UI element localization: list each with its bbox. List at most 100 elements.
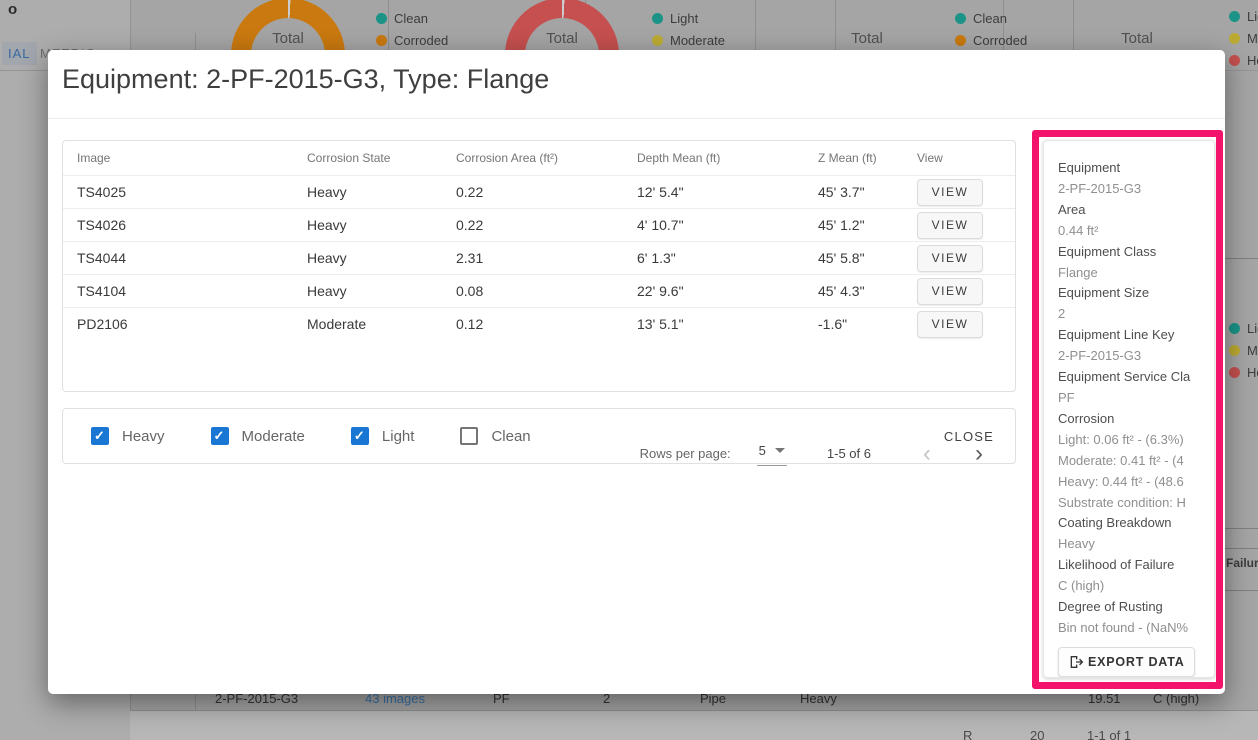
- donut-total-label: Total: [258, 30, 318, 47]
- cell-image: TS4044: [77, 250, 307, 266]
- filter-moderate[interactable]: Moderate: [211, 427, 305, 445]
- detail-value: Heavy: [1058, 534, 1208, 555]
- legend-severity: Light Moderate: [652, 12, 725, 47]
- cell-image: PD2106: [77, 316, 307, 332]
- legend-item: Moderate: [1229, 344, 1258, 357]
- table-row: TS4044 Heavy 2.31 6' 1.3" 45' 5.8" VIEW: [63, 241, 1015, 274]
- checkbox-checked-icon[interactable]: [211, 427, 229, 445]
- detail-value: Substrate condition: H: [1058, 493, 1208, 514]
- view-button[interactable]: VIEW: [917, 311, 983, 338]
- detail-value: Heavy: 0.44 ft² - (48.6: [1058, 472, 1208, 493]
- legend-item: Corroded: [955, 34, 1027, 47]
- donut-total-label: Total: [1107, 30, 1167, 47]
- severity-filter-bar: Heavy Moderate Light Clean CLOSE: [62, 408, 1016, 464]
- detail-label: Equipment Class: [1058, 242, 1208, 263]
- table-row: PD2106 Moderate 0.12 13' 5.1" -1.6" VIEW: [63, 307, 1015, 340]
- cell-depth: 22' 9.6": [637, 283, 818, 299]
- legend-item: Moderate: [1229, 32, 1258, 45]
- checkbox-unchecked-icon[interactable]: [460, 427, 478, 445]
- detail-value: Light: 0.06 ft² - (6.3%): [1058, 430, 1208, 451]
- cell-z: 45' 3.7": [818, 184, 917, 200]
- bg-row-line: [1225, 548, 1258, 549]
- col-image: Image: [77, 151, 307, 165]
- cell-depth: 12' 5.4": [637, 184, 818, 200]
- view-button[interactable]: VIEW: [917, 245, 983, 272]
- detail-label: Equipment Service Cla: [1058, 367, 1208, 388]
- bg-row-line: [1225, 258, 1258, 259]
- cell-z: 45' 4.3": [818, 283, 917, 299]
- view-button[interactable]: VIEW: [917, 212, 983, 239]
- view-button[interactable]: VIEW: [917, 278, 983, 305]
- cell-state: Moderate: [307, 316, 456, 332]
- bg-row-line: [1225, 528, 1258, 529]
- cell-area: 2.31: [456, 250, 637, 266]
- export-data-button[interactable]: EXPORT DATA: [1058, 647, 1195, 677]
- legend-item: Light: [1229, 322, 1258, 335]
- clean-dot-icon: [376, 13, 387, 24]
- legend-item: Light: [1229, 10, 1258, 23]
- detail-label: Equipment: [1058, 158, 1208, 179]
- moderate-dot-icon: [1229, 33, 1240, 44]
- cell-area: 0.22: [456, 217, 637, 233]
- col-view: View: [917, 151, 1015, 165]
- cell-area: 0.12: [456, 316, 637, 332]
- app-logo-partial: o: [8, 1, 17, 18]
- moderate-dot-icon: [1229, 345, 1240, 356]
- cell-state: Heavy: [307, 217, 456, 233]
- legend-clean-corroded-2: Clean Corroded: [955, 12, 1027, 47]
- dialog-title: Equipment: 2-PF-2015-G3, Type: Flange: [62, 64, 549, 95]
- table-row: TS4026 Heavy 0.22 4' 10.7" 45' 1.2" VIEW: [63, 208, 1015, 241]
- filter-heavy[interactable]: Heavy: [91, 427, 165, 445]
- detail-value: 2-PF-2015-G3: [1058, 346, 1208, 367]
- detail-value: C (high): [1058, 576, 1208, 597]
- moderate-dot-icon: [652, 35, 663, 46]
- detail-value: 2: [1058, 304, 1208, 325]
- col-corrosion-area: Corrosion Area (ft²): [456, 151, 637, 165]
- legend-severity-edge-mid: Light Moderate Heavy: [1229, 322, 1258, 379]
- detail-label: Coating Breakdown: [1058, 513, 1208, 534]
- legend-item: Clean: [955, 12, 1027, 25]
- cell-image: TS4026: [77, 217, 307, 233]
- checkbox-checked-icon[interactable]: [91, 427, 109, 445]
- checkbox-checked-icon[interactable]: [351, 427, 369, 445]
- legend-item: Light: [652, 12, 725, 25]
- legend-item: Heavy: [1229, 366, 1258, 379]
- donut-total-label: Total: [837, 30, 897, 47]
- legend-item: Heavy: [1229, 54, 1258, 67]
- cell-depth: 6' 1.3": [637, 250, 818, 266]
- tab-ial[interactable]: IAL: [2, 42, 37, 65]
- detail-label: Equipment Line Key: [1058, 325, 1208, 346]
- table-row: TS4025 Heavy 0.22 12' 5.4" 45' 3.7" VIEW: [63, 175, 1015, 208]
- legend-severity-edge-top: Light Moderate Heavy: [1229, 10, 1258, 67]
- legend-item: Corroded: [376, 34, 448, 47]
- detail-value: 2-PF-2015-G3: [1058, 179, 1208, 200]
- donut-total-label: Total: [532, 30, 592, 47]
- col-z-mean: Z Mean (ft): [818, 151, 917, 165]
- title-divider: [48, 118, 1225, 119]
- detail-label: Area: [1058, 200, 1208, 221]
- col-corrosion-state: Corrosion State: [307, 151, 456, 165]
- bg-table-header-failure: Failure: [1226, 556, 1258, 570]
- bg-row-line: [1225, 590, 1258, 591]
- legend-clean-corroded: Clean Corroded: [376, 12, 448, 47]
- corroded-dot-icon: [955, 35, 966, 46]
- cell-state: Heavy: [307, 283, 456, 299]
- col-depth-mean: Depth Mean (ft): [637, 151, 818, 165]
- cell-area: 0.08: [456, 283, 637, 299]
- corroded-dot-icon: [376, 35, 387, 46]
- filter-clean[interactable]: Clean: [460, 427, 530, 445]
- detail-value: Moderate: 0.41 ft² - (4: [1058, 451, 1208, 472]
- view-button[interactable]: VIEW: [917, 179, 983, 206]
- cell-image: TS4104: [77, 283, 307, 299]
- detail-label: Degree of Rusting: [1058, 597, 1208, 618]
- detail-value: PF: [1058, 388, 1208, 409]
- table-row: TS4104 Heavy 0.08 22' 9.6" 45' 4.3" VIEW: [63, 274, 1015, 307]
- filter-light[interactable]: Light: [351, 427, 415, 445]
- clean-dot-icon: [955, 13, 966, 24]
- cell-z: 45' 5.8": [818, 250, 917, 266]
- legend-item: Clean: [376, 12, 448, 25]
- close-button[interactable]: CLOSE: [940, 427, 998, 446]
- cell-z: 45' 1.2": [818, 217, 917, 233]
- detail-label: Corrosion: [1058, 409, 1208, 430]
- heavy-dot-icon: [1229, 367, 1240, 378]
